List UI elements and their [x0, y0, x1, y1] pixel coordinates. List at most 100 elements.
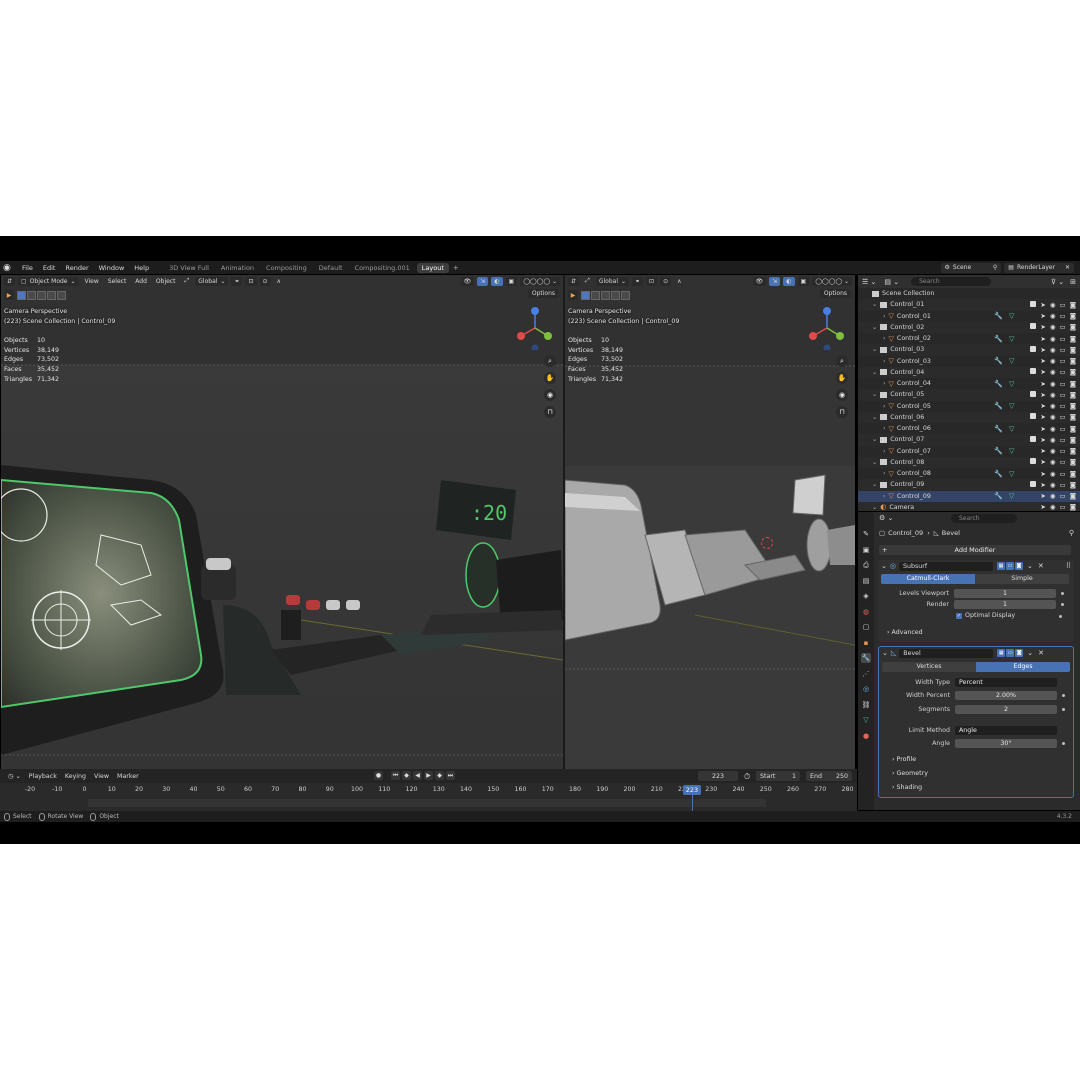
camera-render-icon[interactable]: ◙: [1070, 436, 1076, 444]
advanced-subpanel[interactable]: › Advanced: [887, 629, 923, 636]
keyframe-dot-icon[interactable]: [1062, 741, 1065, 745]
properties-editor-icon[interactable]: ⚙ ⌄: [879, 514, 893, 522]
camera-view-icon[interactable]: ◉: [836, 389, 848, 401]
viewport-left[interactable]: :20 ⇵ ▢ Object Mode ⌄ View Select Add Obje…: [1, 275, 563, 805]
options-button[interactable]: Options: [527, 289, 559, 298]
zoom-icon[interactable]: ⌕: [836, 355, 848, 367]
outliner-collection-row[interactable]: ⌄ Control_04 ➤ ◉ ▭ ◙: [858, 366, 1080, 378]
keyframe-dot-icon[interactable]: [1062, 707, 1065, 711]
mesh-data-icon[interactable]: ▽: [1009, 425, 1014, 433]
chevron-right-icon[interactable]: ›: [883, 380, 886, 387]
monitor-icon[interactable]: ▭: [1060, 503, 1066, 511]
tool-tab-icon[interactable]: ✎: [861, 529, 871, 539]
eye-icon[interactable]: ◉: [1050, 425, 1056, 433]
gizmo-icon[interactable]: ⇲: [477, 276, 489, 286]
selectable-arrow-icon[interactable]: ➤: [1040, 357, 1045, 365]
jump-end-icon[interactable]: ⏭: [446, 771, 455, 780]
selectable-arrow-icon[interactable]: ➤: [1040, 503, 1045, 511]
select-extend-icon[interactable]: [27, 290, 36, 300]
catmull-clark-option[interactable]: Catmull-Clark: [881, 574, 975, 584]
mesh-data-icon[interactable]: ▽: [1009, 492, 1014, 500]
zoom-icon[interactable]: ⌕: [544, 355, 556, 367]
viewport-toggle-icon[interactable]: ▭: [1006, 649, 1015, 657]
chevron-right-icon[interactable]: ›: [883, 313, 886, 320]
tab-layout[interactable]: Layout: [416, 262, 449, 273]
outliner-collection-row[interactable]: ⌄ Control_07 ➤ ◉ ▭ ◙: [858, 434, 1080, 446]
camera-render-icon[interactable]: ◙: [1070, 425, 1076, 433]
select-invert-icon[interactable]: [611, 290, 620, 300]
tool-select-icon[interactable]: ▶: [4, 290, 14, 300]
mesh-data-icon[interactable]: ▽: [1009, 357, 1014, 365]
object-tab-icon[interactable]: ▪: [861, 638, 871, 648]
menu-add[interactable]: Add: [132, 277, 150, 286]
select-new-icon[interactable]: [581, 290, 590, 300]
render-levels-field[interactable]: 1: [954, 599, 1056, 609]
outliner-collection-row[interactable]: ⌄ Control_03 ➤ ◉ ▭ ◙: [858, 344, 1080, 356]
menu-edit[interactable]: Edit: [38, 264, 61, 272]
checkbox-checked-icon[interactable]: ✓: [956, 612, 962, 619]
remove-modifier-icon[interactable]: ✕: [1038, 649, 1044, 657]
prev-keyframe-icon[interactable]: ◆: [402, 771, 411, 780]
eye-icon[interactable]: ◉: [1050, 402, 1056, 410]
collection-tab-icon[interactable]: ▢: [861, 622, 871, 632]
segments-field[interactable]: 2: [955, 704, 1057, 714]
selectable-arrow-icon[interactable]: ➤: [1040, 301, 1045, 309]
timeline-editor-icon[interactable]: ◷ ⌄: [4, 773, 25, 780]
eye-icon[interactable]: ◉: [1050, 481, 1056, 489]
eye-icon[interactable]: ◉: [1050, 301, 1056, 309]
monitor-icon[interactable]: ▭: [1060, 323, 1066, 331]
monitor-icon[interactable]: ▭: [1060, 447, 1066, 455]
jump-start-icon[interactable]: ⏮: [391, 771, 400, 780]
filter-icon[interactable]: ⊽ ⌄: [1051, 278, 1064, 286]
modifier-wrench-icon[interactable]: 🔧: [994, 447, 1003, 455]
orientation-icon[interactable]: ⤢: [181, 277, 192, 286]
chevron-down-icon[interactable]: ⌄: [872, 436, 877, 443]
new-collection-icon[interactable]: ⊞: [1070, 278, 1076, 286]
tab-animation[interactable]: Animation: [216, 263, 259, 273]
mesh-data-icon[interactable]: ▽: [1009, 335, 1014, 343]
proportional-edit-icon[interactable]: ⊙: [259, 276, 271, 286]
edit-mode-toggle-icon[interactable]: ▦: [996, 562, 1005, 570]
camera-render-icon[interactable]: ◙: [1070, 458, 1076, 466]
selectable-arrow-icon[interactable]: ➤: [1040, 470, 1045, 478]
selection-mode-buttons[interactable]: [17, 290, 67, 300]
outliner-object-row[interactable]: › ▽ Control_04 🔧 ▽ ➤ ◉ ▭ ◙: [858, 378, 1080, 389]
width-percent-field[interactable]: 2.00%: [955, 690, 1057, 700]
shading-modes[interactable]: ◯◯◯◯ ⌄: [520, 276, 560, 286]
camera-render-icon[interactable]: ◙: [1070, 357, 1076, 365]
visibility-icon[interactable]: 👁: [460, 276, 475, 286]
chevron-down-icon[interactable]: ⌄: [872, 324, 877, 331]
pan-hand-icon[interactable]: ✋: [544, 372, 556, 384]
xray-icon[interactable]: ▣: [505, 276, 518, 286]
exclude-checkbox-icon[interactable]: [1030, 435, 1037, 442]
monitor-icon[interactable]: ▭: [1060, 470, 1066, 478]
monitor-icon[interactable]: ▭: [1060, 380, 1066, 388]
eye-icon[interactable]: ◉: [1050, 458, 1056, 466]
monitor-icon[interactable]: ▭: [1060, 312, 1066, 320]
edges-option[interactable]: Edges: [976, 662, 1070, 672]
overlays-icon[interactable]: ◐: [783, 276, 795, 286]
menu-keying[interactable]: Keying: [61, 773, 90, 780]
render-toggle-icon[interactable]: ◙: [1015, 649, 1024, 657]
angle-field[interactable]: 30°: [955, 738, 1057, 748]
outliner-root[interactable]: Scene Collection: [858, 288, 1080, 299]
chevron-down-icon[interactable]: ⌄: [872, 481, 877, 488]
selectable-arrow-icon[interactable]: ➤: [1040, 492, 1045, 500]
collapse-chevron-icon[interactable]: ⌄: [882, 649, 888, 657]
modifier-wrench-icon[interactable]: 🔧: [994, 357, 1003, 365]
transform-orientation[interactable]: Global ⌄: [595, 276, 630, 286]
xray-icon[interactable]: ▣: [797, 276, 810, 286]
add-modifier-button[interactable]: + Add Modifier: [879, 545, 1071, 555]
keyframe-dot-icon[interactable]: [1061, 591, 1064, 595]
simple-option[interactable]: Simple: [975, 574, 1069, 584]
select-extend-icon[interactable]: [591, 290, 600, 300]
modifier-wrench-icon[interactable]: 🔧: [994, 492, 1003, 500]
gizmo-icon[interactable]: ⇲: [769, 276, 781, 286]
chevron-down-icon[interactable]: ⌄: [872, 301, 877, 308]
render-toggle-icon[interactable]: ◙: [1014, 562, 1023, 570]
eye-icon[interactable]: ◉: [1050, 323, 1056, 331]
pan-hand-icon[interactable]: ✋: [836, 372, 848, 384]
close-icon[interactable]: ✕: [1065, 264, 1070, 271]
selectable-arrow-icon[interactable]: ➤: [1040, 458, 1045, 466]
select-intersect-icon[interactable]: [57, 290, 66, 300]
